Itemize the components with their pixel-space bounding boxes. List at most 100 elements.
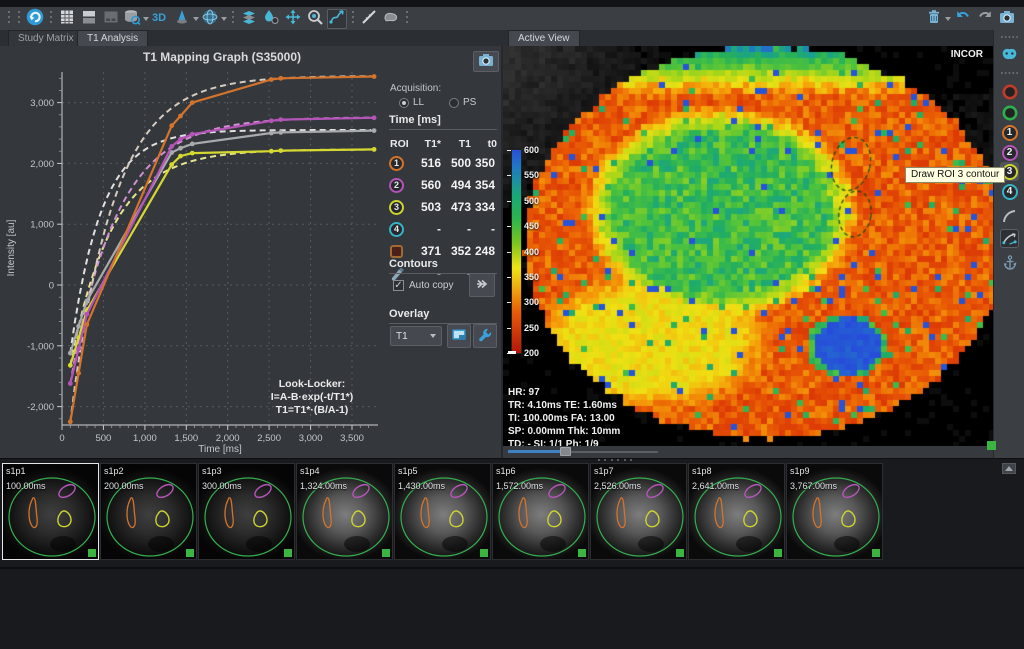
roi-3-icon[interactable]: 3 — [389, 200, 404, 215]
t0-value: 248 — [475, 244, 499, 258]
arc-tool-icon[interactable] — [1000, 207, 1019, 226]
roi-epi-icon[interactable] — [1000, 103, 1019, 122]
toolbar-grip — [403, 9, 411, 29]
phase-slider-handle[interactable] — [560, 447, 571, 456]
toolbar-button-layout[interactable] — [101, 9, 121, 29]
toolbar-right — [924, 7, 1018, 30]
overlay-section-header: Overlay — [389, 308, 497, 324]
thumbnail-time: 1,324.00ms — [300, 481, 347, 491]
thumbnail-contours — [3, 464, 99, 560]
svg-text:1,500: 1,500 — [174, 433, 198, 444]
t0-value: 350 — [475, 156, 499, 170]
roi-4-icon[interactable]: 4 — [389, 222, 404, 237]
toolbar-button-app[interactable] — [25, 9, 45, 29]
curve-tool-icon — [328, 8, 346, 29]
filmstrip-thumbnail[interactable]: s1p5 1,430.00ms — [394, 463, 491, 560]
roi-1-icon[interactable]: 1 — [389, 156, 404, 171]
toolbar-button-undo[interactable] — [953, 9, 973, 29]
filmstrip-thumbnail[interactable]: s1p4 1,324.00ms — [296, 463, 393, 560]
table-row: 4--- — [387, 218, 501, 240]
toolbar-button-3d[interactable]: 3D — [151, 9, 171, 29]
copy-forward-icon — [473, 275, 491, 296]
copy-contours-button[interactable] — [469, 273, 495, 297]
overlay-display-button[interactable] — [447, 324, 471, 348]
roi-endo-icon[interactable] — [1000, 82, 1019, 101]
toolbar-button-globe[interactable] — [201, 9, 227, 29]
toolbar-button-redo[interactable] — [975, 9, 995, 29]
db-search-icon — [123, 8, 141, 29]
toolbar-button-study-matrix[interactable] — [57, 9, 77, 29]
chevron-down-icon[interactable] — [193, 17, 199, 21]
radio-ps-label: PS — [463, 97, 476, 108]
toolbar-button-stack[interactable] — [239, 9, 259, 29]
layout-icon — [102, 8, 120, 29]
thumbnail-contours — [395, 464, 491, 560]
chevron-down-icon[interactable] — [945, 17, 951, 21]
filmstrip-thumbnail[interactable]: s1p9 3,767.00ms — [786, 463, 883, 560]
colorbar-min-marker[interactable] — [508, 351, 516, 354]
toolbar-button-zoom[interactable] — [305, 9, 325, 29]
filmstrip-thumbnail[interactable]: s1p3 300.00ms — [198, 463, 295, 560]
toolbar-button-db-search[interactable] — [123, 9, 149, 29]
overlay-settings-button[interactable] — [473, 324, 497, 348]
study-matrix-icon — [58, 8, 76, 29]
roi-1-button[interactable]: 1 — [1000, 123, 1019, 142]
globe-icon — [201, 8, 219, 29]
toolbar-button-freehand[interactable] — [381, 9, 401, 29]
toolbar-button-droplet[interactable] — [261, 9, 281, 29]
filmstrip-thumbnail[interactable]: s1p2 200.00ms — [100, 463, 197, 560]
t1-value: - — [445, 222, 475, 236]
thumbnail-status-square — [382, 549, 390, 557]
grip-icon — [6, 8, 12, 29]
thumbnail-status-square — [480, 549, 488, 557]
acquisition-ll-radio[interactable]: LL — [399, 97, 424, 108]
anchor-tool-icon[interactable] — [1000, 253, 1019, 272]
angle-tool-icon[interactable] — [1000, 229, 1019, 248]
overlay-type-dropdown[interactable]: T1 — [390, 326, 442, 346]
acquisition-ps-radio[interactable]: PS — [449, 97, 476, 108]
t1-analysis-panel: 05001,0001,5002,0002,5003,0003,5003,0002… — [0, 46, 503, 458]
svg-text:1,000: 1,000 — [133, 433, 157, 444]
auto-copy-checkbox[interactable]: ✓ Auto copy — [393, 280, 453, 291]
toolbar-button-series-list[interactable] — [79, 9, 99, 29]
filmstrip-thumbnail[interactable]: s1p8 2,641.00ms — [688, 463, 785, 560]
t1-colorbar: 600550500450400350300250200 — [512, 150, 521, 353]
svg-text:500: 500 — [95, 433, 111, 444]
filmstrip-scroll-up-button[interactable] — [1002, 463, 1016, 474]
roi-2-icon[interactable]: 2 — [389, 178, 404, 193]
roi-2-button[interactable]: 2 — [1000, 143, 1019, 162]
thumbnail-status-square — [774, 549, 782, 557]
svg-text:Intensity [au]: Intensity [au] — [6, 219, 17, 276]
chevron-down-icon[interactable] — [221, 17, 227, 21]
filmstrip-grip-dots[interactable] — [598, 459, 632, 462]
thumbnail-status-square — [676, 549, 684, 557]
filmstrip-thumbnail[interactable]: s1p1 100.00ms — [2, 463, 99, 560]
tab-study-matrix[interactable]: Study Matrix — [8, 30, 84, 46]
toolbar-button-pan[interactable] — [283, 9, 303, 29]
grab-tool-icon[interactable] — [1000, 44, 1019, 63]
roi-4-button[interactable]: 4 — [1000, 182, 1019, 201]
col-t1: T1 — [445, 138, 475, 150]
chevron-down-icon[interactable] — [143, 17, 149, 21]
filmstrip-thumbnail[interactable]: s1p6 1,572.00ms — [492, 463, 589, 560]
toolbar-button-delete[interactable] — [925, 9, 951, 29]
colorbar-tick-label: 500 — [524, 196, 539, 206]
tab-active-view[interactable]: Active View — [508, 30, 580, 46]
thumbnail-label: s1p2 — [104, 466, 124, 476]
tab-t1-analysis[interactable]: T1 Analysis — [77, 30, 148, 46]
graph-snapshot-button[interactable] — [473, 51, 499, 72]
vendor-label: INCOR — [951, 49, 983, 60]
main-toolbar: 3D — [0, 7, 1024, 30]
toolbar-button-snapshot[interactable] — [997, 9, 1017, 29]
toolbar-button-mip[interactable] — [173, 9, 199, 29]
toolbar-button-curve-tool[interactable] — [327, 9, 347, 29]
chevron-down-icon — [430, 334, 436, 338]
undo-icon — [954, 8, 972, 29]
grip-icon — [48, 8, 54, 29]
t1star-value: - — [411, 222, 445, 236]
toolbar-button-ruler[interactable] — [359, 9, 379, 29]
filmstrip-thumbnail[interactable]: s1p7 2,526.00ms — [590, 463, 687, 560]
table-row: 3503473334 — [387, 196, 501, 218]
mean-roi-icon[interactable] — [390, 245, 403, 258]
thumbnail-contours — [101, 464, 197, 560]
